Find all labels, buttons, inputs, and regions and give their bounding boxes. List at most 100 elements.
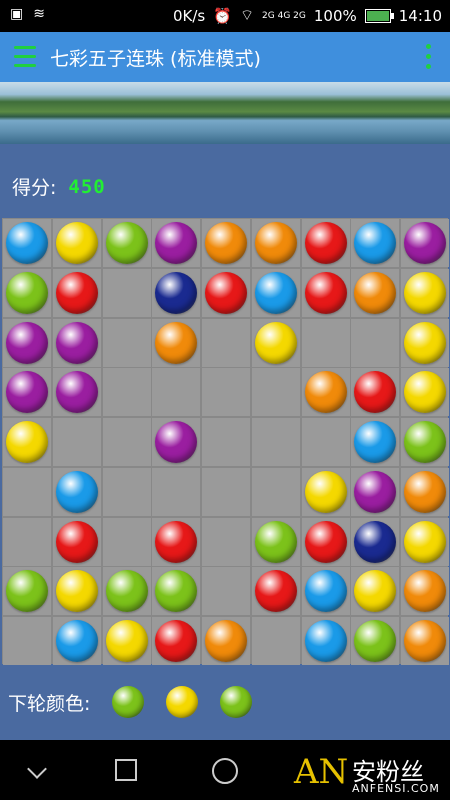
board-cell[interactable]	[102, 567, 151, 616]
overflow-menu-icon[interactable]	[426, 44, 432, 74]
blue-ball[interactable]	[55, 620, 98, 662]
orange-ball[interactable]	[404, 570, 446, 613]
red-ball[interactable]	[254, 570, 297, 613]
board-cell[interactable]	[102, 418, 151, 466]
purple-ball[interactable]	[354, 470, 397, 513]
board-cell[interactable]	[251, 368, 300, 417]
board-cell[interactable]	[401, 567, 449, 616]
board-cell[interactable]	[152, 567, 201, 616]
yellow-ball[interactable]	[404, 271, 446, 314]
board-cell[interactable]	[401, 418, 449, 466]
board-cell[interactable]	[102, 467, 151, 516]
board-cell[interactable]	[351, 219, 400, 267]
board-cell[interactable]	[152, 219, 201, 267]
board-cell[interactable]	[351, 617, 400, 665]
board-cell[interactable]	[202, 567, 250, 616]
board-cell[interactable]	[102, 368, 151, 417]
board-cell[interactable]	[52, 219, 101, 267]
board-cell[interactable]	[202, 517, 250, 566]
board-cell[interactable]	[251, 418, 300, 466]
board-cell[interactable]	[202, 368, 250, 417]
red-ball[interactable]	[55, 271, 98, 314]
yellow-ball[interactable]	[404, 321, 446, 364]
board-cell[interactable]	[251, 318, 300, 367]
board-cell[interactable]	[202, 467, 250, 516]
orange-ball[interactable]	[404, 470, 446, 513]
board-cell[interactable]	[251, 517, 300, 566]
board-cell[interactable]	[52, 517, 101, 566]
green-ball[interactable]	[404, 421, 446, 463]
board-cell[interactable]	[202, 617, 250, 665]
yellow-ball[interactable]	[304, 470, 347, 513]
board-cell[interactable]	[251, 219, 300, 267]
board-cell[interactable]	[52, 318, 101, 367]
board-cell[interactable]	[152, 617, 201, 665]
board-cell[interactable]	[52, 268, 101, 317]
orange-ball[interactable]	[205, 222, 247, 264]
board-cell[interactable]	[251, 268, 300, 317]
yellow-ball[interactable]	[55, 222, 98, 264]
navy-ball[interactable]	[155, 271, 198, 314]
board-cell[interactable]	[401, 368, 449, 417]
yellow-ball[interactable]	[6, 421, 48, 463]
board-cell[interactable]	[202, 268, 250, 317]
board-cell[interactable]	[52, 617, 101, 665]
board-cell[interactable]	[401, 318, 449, 367]
purple-ball[interactable]	[155, 222, 198, 264]
board-cell[interactable]	[102, 517, 151, 566]
board-cell[interactable]	[52, 418, 101, 466]
board-cell[interactable]	[102, 318, 151, 367]
board-cell[interactable]	[3, 219, 51, 267]
green-ball[interactable]	[6, 271, 48, 314]
red-ball[interactable]	[304, 222, 347, 264]
board-cell[interactable]	[102, 617, 151, 665]
board-cell[interactable]	[401, 467, 449, 516]
yellow-ball[interactable]	[404, 371, 446, 414]
yellow-ball[interactable]	[55, 570, 98, 613]
board-cell[interactable]	[3, 517, 51, 566]
board-cell[interactable]	[202, 418, 250, 466]
purple-ball[interactable]	[55, 371, 98, 414]
board-cell[interactable]	[152, 318, 201, 367]
yellow-ball[interactable]	[105, 620, 148, 662]
orange-ball[interactable]	[404, 620, 446, 662]
board-cell[interactable]	[301, 368, 350, 417]
orange-ball[interactable]	[155, 321, 198, 364]
recent-apps-icon[interactable]	[115, 759, 137, 781]
purple-ball[interactable]	[55, 321, 98, 364]
board-cell[interactable]	[301, 268, 350, 317]
blue-ball[interactable]	[354, 421, 397, 463]
yellow-ball[interactable]	[354, 570, 397, 613]
blue-ball[interactable]	[6, 222, 48, 264]
navy-ball[interactable]	[354, 520, 397, 563]
board-cell[interactable]	[251, 567, 300, 616]
orange-ball[interactable]	[254, 222, 297, 264]
board-cell[interactable]	[351, 517, 400, 566]
board-cell[interactable]	[401, 617, 449, 665]
green-ball[interactable]	[254, 520, 297, 563]
green-ball[interactable]	[105, 222, 148, 264]
green-ball[interactable]	[105, 570, 148, 613]
green-ball[interactable]	[6, 570, 48, 613]
board-cell[interactable]	[52, 567, 101, 616]
board-cell[interactable]	[401, 268, 449, 317]
board-cell[interactable]	[202, 318, 250, 367]
red-ball[interactable]	[155, 520, 198, 563]
board-cell[interactable]	[251, 467, 300, 516]
board-cell[interactable]	[152, 268, 201, 317]
board-cell[interactable]	[102, 219, 151, 267]
board-cell[interactable]	[3, 268, 51, 317]
board-cell[interactable]	[351, 268, 400, 317]
board-cell[interactable]	[3, 567, 51, 616]
board-cell[interactable]	[52, 467, 101, 516]
board-cell[interactable]	[301, 567, 350, 616]
red-ball[interactable]	[155, 620, 198, 662]
red-ball[interactable]	[304, 271, 347, 314]
board-cell[interactable]	[301, 318, 350, 367]
board-cell[interactable]	[3, 318, 51, 367]
board-cell[interactable]	[3, 368, 51, 417]
board-cell[interactable]	[301, 219, 350, 267]
hamburger-menu-icon[interactable]	[14, 46, 36, 68]
blue-ball[interactable]	[304, 570, 347, 613]
purple-ball[interactable]	[404, 222, 446, 264]
